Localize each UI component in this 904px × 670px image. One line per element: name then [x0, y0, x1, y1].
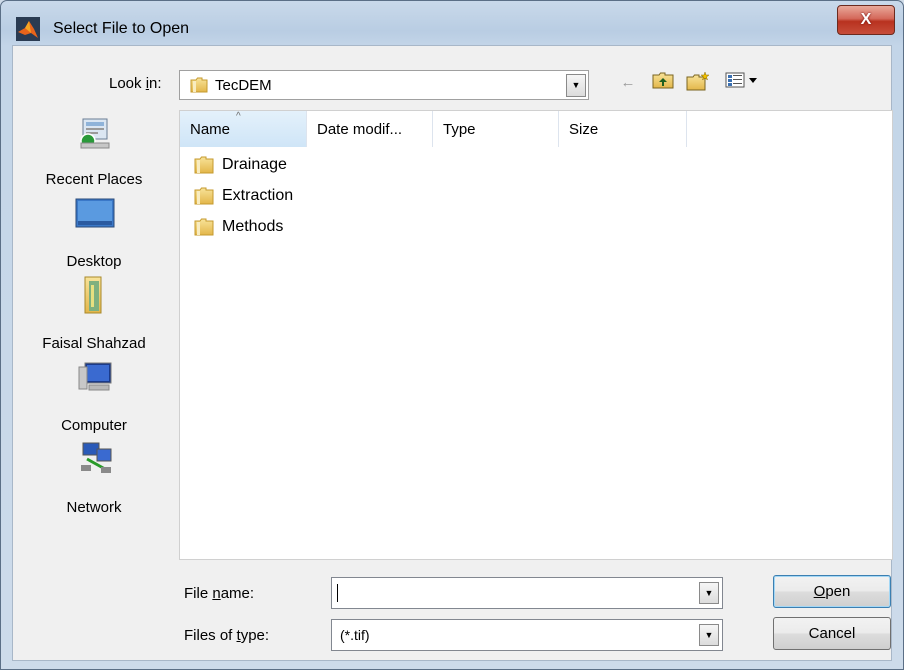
place-label: Faisal Shahzad	[42, 335, 146, 352]
file-name-label-prefix: File	[184, 585, 213, 602]
column-header-type[interactable]: Type	[433, 111, 559, 147]
user-folder-icon	[84, 276, 102, 314]
view-menu-icon[interactable]	[723, 71, 767, 95]
look-in-dropdown[interactable]: TecDEM ▼	[179, 70, 589, 100]
chevron-down-icon[interactable]: ▼	[699, 582, 719, 604]
folder-icon	[194, 218, 214, 236]
column-label: Type	[443, 121, 476, 138]
file-type-label: Files of type:	[184, 627, 269, 644]
file-name: Methods	[222, 218, 284, 235]
chevron-down-icon[interactable]: ▼	[699, 624, 719, 646]
place-label: Desktop	[66, 253, 122, 270]
column-header-size[interactable]: Size	[559, 111, 687, 147]
folder-icon	[194, 187, 214, 205]
new-folder-icon[interactable]	[685, 71, 711, 95]
places-bar: Recent Places Desktop Faisal Shahzad Com…	[13, 111, 175, 561]
file-type-value: (*.tif)	[340, 627, 370, 643]
file-list[interactable]: ^ Name Date modif... Type Size Drainage …	[179, 110, 893, 560]
open-file-dialog: Select File to Open X Look in: TecDEM ▼ …	[0, 0, 904, 670]
network-icon	[81, 442, 112, 473]
open-button-accel: O	[813, 583, 826, 600]
chevron-down-icon[interactable]: ▼	[566, 74, 586, 97]
recent-places-icon	[80, 118, 110, 149]
folder-icon	[190, 77, 208, 93]
file-name-label-suffix: ame:	[220, 585, 255, 602]
file-name-label-accel: n	[212, 585, 221, 602]
close-button[interactable]: X	[837, 5, 895, 35]
computer-icon	[78, 362, 112, 391]
folder-icon	[194, 156, 214, 174]
file-name-input[interactable]: ▼	[331, 577, 723, 609]
column-header-date[interactable]: Date modif...	[307, 111, 433, 147]
place-label: Computer	[61, 417, 127, 434]
look-in-value: TecDEM	[215, 77, 272, 94]
file-name-label: File name:	[184, 585, 254, 602]
file-type-label-suffix: ype:	[240, 627, 270, 644]
file-type-label-prefix: Files of	[184, 627, 237, 644]
cancel-button[interactable]: Cancel	[773, 617, 891, 650]
column-label: Name	[190, 121, 231, 138]
open-button[interactable]: Open	[773, 575, 891, 608]
back-arrow-icon[interactable]: ←	[617, 71, 639, 95]
title-bar[interactable]: Select File to Open X	[1, 1, 903, 43]
text-caret	[337, 584, 338, 602]
column-label: Size	[569, 121, 599, 138]
look-in-label-prefix: Look	[109, 75, 146, 92]
column-header-name[interactable]: ^ Name	[180, 111, 307, 147]
look-in-label-suffix: n:	[149, 75, 162, 92]
matlab-icon	[16, 17, 40, 41]
file-name: Drainage	[222, 156, 287, 173]
column-label: Date modif...	[317, 121, 403, 138]
place-label: Recent Places	[45, 171, 143, 188]
open-button-label: pen	[825, 583, 851, 600]
file-name: Extraction	[222, 187, 294, 204]
column-header-filler	[687, 111, 892, 147]
file-type-dropdown[interactable]: (*.tif) ▼	[331, 619, 723, 651]
place-label: Network	[66, 499, 122, 516]
window-title: Select File to Open	[53, 20, 190, 37]
look-in-label: Look in:	[109, 75, 162, 92]
desktop-icon	[75, 198, 115, 228]
up-folder-icon[interactable]	[651, 71, 675, 95]
sort-up-icon: ^	[236, 111, 241, 122]
